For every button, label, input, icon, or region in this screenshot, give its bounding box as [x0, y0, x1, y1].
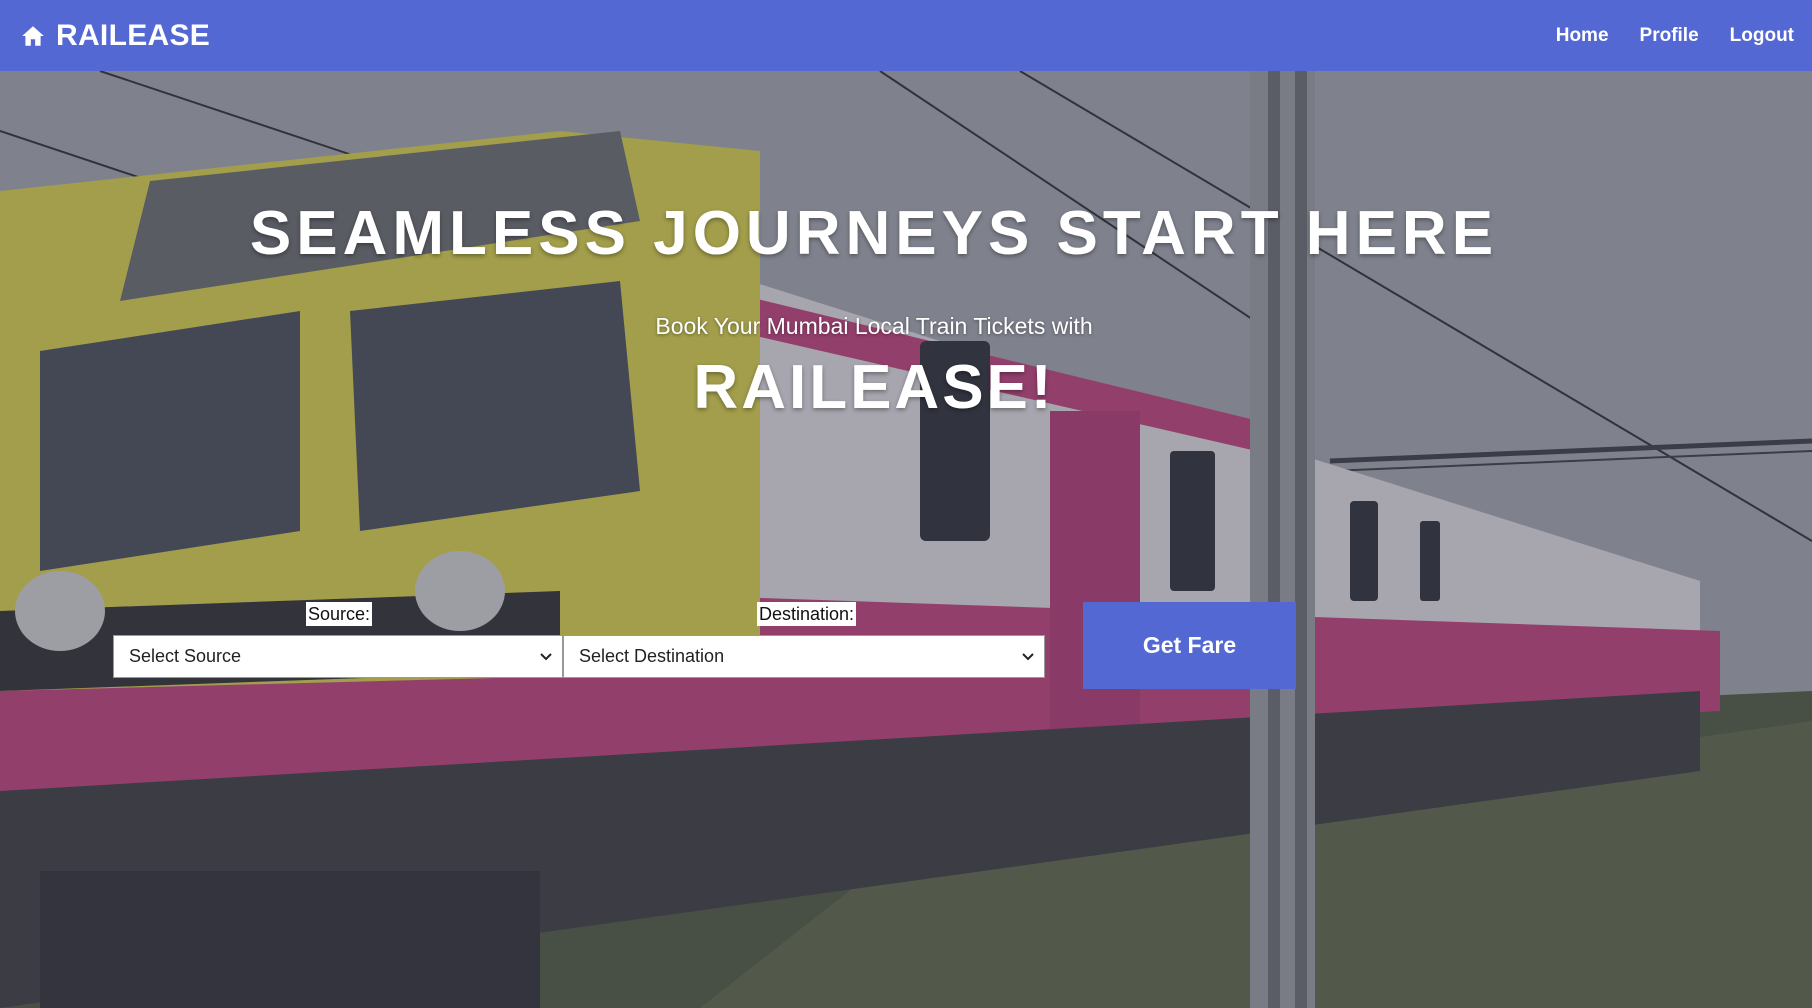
home-icon: [22, 25, 44, 46]
hero-title: SEAMLESS JOURNEYS START HERE: [249, 199, 1499, 268]
brand[interactable]: RAILEASE: [20, 19, 210, 53]
nav-logout-link[interactable]: Logout: [1730, 25, 1794, 47]
source-select-value: Select Source: [129, 646, 242, 666]
destination-label: Destination:: [757, 602, 857, 626]
source-select[interactable]: Select Source: [113, 635, 563, 678]
chevron-down-icon: [540, 652, 552, 660]
navbar: RAILEASE Home Profile Logout: [0, 0, 1812, 71]
hero-subtitle: Book Your Mumbai Local Train Tickets wit…: [655, 313, 1093, 339]
nav-profile-link[interactable]: Profile: [1640, 25, 1699, 47]
get-fare-button[interactable]: Get Fare: [1083, 602, 1296, 689]
source-label: Source:: [306, 602, 373, 626]
chevron-down-icon: [1022, 652, 1034, 660]
destination-select-value: Select Destination: [579, 646, 725, 666]
nav-links: Home Profile Logout: [1556, 25, 1794, 47]
nav-home-link[interactable]: Home: [1556, 25, 1609, 47]
hero-brand: RAILEASE!: [693, 353, 1055, 422]
brand-name: RAILEASE: [56, 18, 211, 52]
destination-select[interactable]: Select Destination: [563, 635, 1045, 678]
